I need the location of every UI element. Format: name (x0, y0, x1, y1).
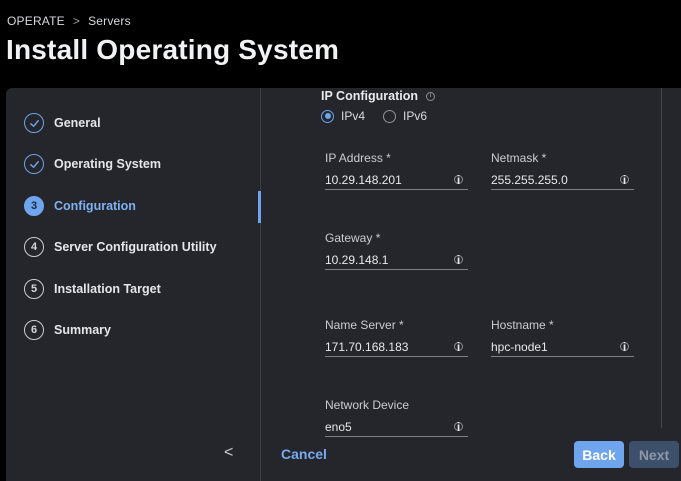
info-icon[interactable]: i (620, 173, 629, 187)
ip-address-field: IP Address * 10.29.148.201 i (325, 151, 468, 190)
step-number: 4 (24, 237, 44, 257)
step-label: Summary (54, 323, 111, 337)
info-icon[interactable]: i (454, 173, 463, 187)
checkmark-icon (24, 113, 44, 133)
ipv6-radio[interactable]: IPv6 (383, 109, 427, 123)
breadcrumb-separator: > (72, 14, 81, 28)
cancel-button[interactable]: Cancel (281, 446, 327, 462)
breadcrumb-root[interactable]: OPERATE (7, 14, 65, 28)
step-label: Operating System (54, 157, 161, 171)
field-value: hpc-node1 (491, 339, 548, 354)
field-value: 10.29.148.201 (325, 172, 402, 187)
gateway-field: Gateway * 10.29.148.1 i (325, 231, 468, 270)
step-label: General (54, 116, 101, 130)
hostname-field: Hostname * hpc-node1 i (491, 318, 634, 357)
info-icon[interactable]: i (426, 91, 435, 101)
radio-label: IPv4 (341, 109, 366, 123)
step-number: 3 (24, 196, 44, 216)
wizard-steps: General Operating System 3 Configuration… (6, 88, 260, 428)
step-number: 5 (24, 279, 44, 299)
hostname-input[interactable]: hpc-node1 i (491, 337, 634, 357)
chevron-left-icon[interactable]: < (224, 444, 233, 462)
step-configuration[interactable]: 3 Configuration (24, 195, 136, 217)
step-operating-system[interactable]: Operating System (24, 153, 161, 175)
field-label: Name Server * (325, 318, 404, 332)
checkmark-icon (24, 154, 44, 174)
step-general[interactable]: General (24, 112, 101, 134)
step-label: Installation Target (54, 282, 161, 296)
breadcrumb: OPERATE > Servers (7, 14, 131, 28)
gateway-input[interactable]: 10.29.148.1 i (325, 250, 468, 270)
field-value: 171.70.168.183 (325, 339, 409, 354)
step-label: Configuration (54, 199, 136, 213)
ip-version-radio-group: IPv4 IPv6 (321, 109, 427, 123)
form-scroll-edge (661, 88, 662, 428)
breadcrumb-current[interactable]: Servers (88, 14, 131, 28)
name-server-input[interactable]: 171.70.168.183 i (325, 337, 468, 357)
step-label: Server Configuration Utility (54, 240, 217, 254)
wizard-footer: < Cancel Back Next (6, 428, 681, 481)
info-icon[interactable]: i (454, 253, 463, 267)
ip-address-input[interactable]: 10.29.148.201 i (325, 170, 468, 190)
configuration-form: IP Configuration i IPv4 IPv6 IP Address … (261, 88, 661, 437)
step-number: 6 (24, 320, 44, 340)
radio-dot (383, 109, 397, 123)
field-label: Hostname * (491, 318, 554, 332)
name-server-field: Name Server * 171.70.168.183 i (325, 318, 468, 357)
next-button[interactable]: Next (629, 441, 679, 468)
field-label: Gateway * (325, 231, 381, 245)
info-icon[interactable]: i (620, 340, 629, 354)
radio-label: IPv6 (403, 109, 428, 123)
step-summary[interactable]: 6 Summary (24, 319, 111, 341)
step-server-configuration-utility[interactable]: 4 Server Configuration Utility (24, 236, 217, 258)
field-label: Netmask * (491, 151, 547, 165)
ip-configuration-heading: IP Configuration i (321, 89, 435, 103)
info-icon[interactable]: i (454, 340, 463, 354)
field-label: Network Device (325, 398, 410, 412)
wizard-panel: General Operating System 3 Configuration… (6, 88, 681, 481)
step-installation-target[interactable]: 5 Installation Target (24, 278, 161, 300)
page-title: Install Operating System (6, 34, 340, 65)
field-value: 255.255.255.0 (491, 172, 568, 187)
netmask-input[interactable]: 255.255.255.0 i (491, 170, 634, 190)
netmask-field: Netmask * 255.255.255.0 i (491, 151, 634, 190)
field-label: IP Address * (325, 151, 391, 165)
section-title: IP Configuration (321, 89, 418, 103)
field-value: 10.29.148.1 (325, 252, 389, 267)
ipv4-radio[interactable]: IPv4 (321, 109, 365, 123)
back-button[interactable]: Back (574, 441, 624, 468)
radio-dot (321, 109, 334, 123)
